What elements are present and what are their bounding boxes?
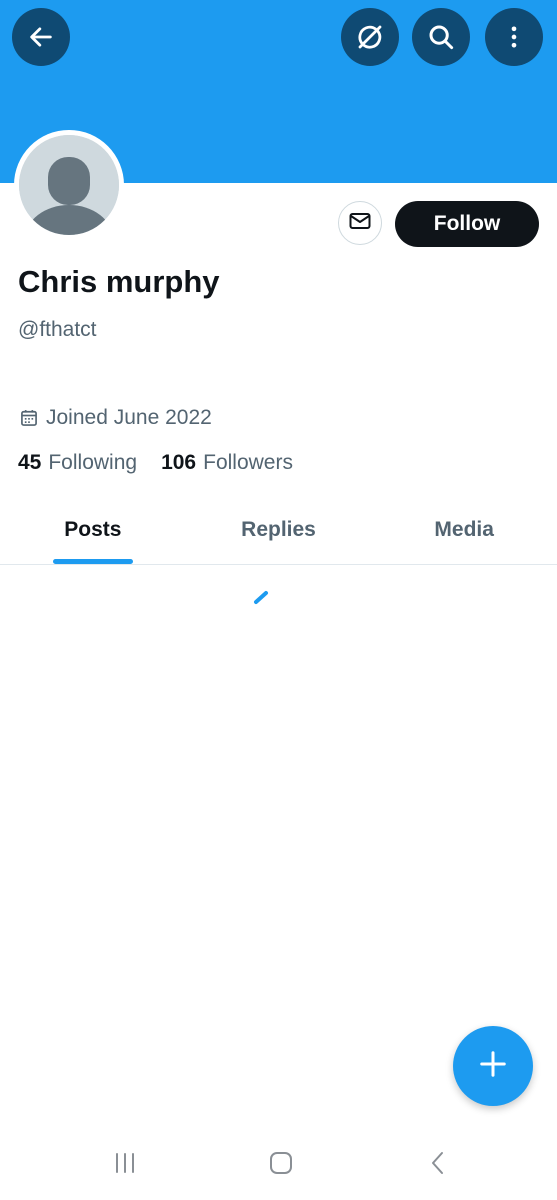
tab-media-label: Media <box>434 518 494 541</box>
user-handle: @fthatct <box>18 318 97 341</box>
message-button[interactable] <box>338 201 382 245</box>
follow-stats: 45 Following 106 Followers <box>18 451 293 475</box>
back-chevron-icon <box>426 1150 450 1181</box>
tab-posts[interactable]: Posts <box>0 500 186 564</box>
recents-button[interactable] <box>105 1148 145 1182</box>
default-avatar-icon <box>19 135 119 235</box>
recents-icon <box>112 1151 138 1180</box>
follow-button[interactable]: Follow <box>395 201 539 247</box>
compose-post-button[interactable] <box>453 1026 533 1106</box>
search-button[interactable] <box>412 8 470 66</box>
plus-icon <box>478 1049 508 1084</box>
grok-icon <box>355 22 385 52</box>
back-button[interactable] <box>12 8 70 66</box>
following-link[interactable]: 45 Following <box>18 451 137 475</box>
tab-replies[interactable]: Replies <box>186 500 372 564</box>
display-name: Chris murphy <box>18 264 220 299</box>
tab-posts-label: Posts <box>64 518 122 541</box>
home-icon <box>268 1150 294 1181</box>
loading-spinner <box>251 588 271 608</box>
more-options-button[interactable] <box>485 8 543 66</box>
home-button[interactable] <box>261 1148 301 1182</box>
avatar[interactable] <box>14 130 124 240</box>
tab-replies-label: Replies <box>241 518 316 541</box>
active-tab-indicator <box>52 559 133 564</box>
followers-count: 106 <box>161 451 197 474</box>
joined-date-text: Joined June 2022 <box>46 406 212 429</box>
search-icon <box>426 22 456 52</box>
tab-media[interactable]: Media <box>371 500 557 564</box>
more-vertical-icon <box>500 23 528 51</box>
following-label: Following <box>48 451 138 474</box>
arrow-left-icon <box>27 23 55 51</box>
envelope-icon <box>348 209 372 238</box>
profile-tabs: Posts Replies Media <box>0 500 557 565</box>
calendar-icon <box>18 407 40 429</box>
grok-button[interactable] <box>341 8 399 66</box>
joined-date: Joined June 2022 <box>18 406 212 430</box>
following-count: 45 <box>18 451 42 474</box>
system-navigation-bar <box>0 1130 557 1200</box>
followers-link[interactable]: 106 Followers <box>161 451 293 475</box>
system-back-button[interactable] <box>418 1148 458 1182</box>
followers-label: Followers <box>203 451 293 474</box>
